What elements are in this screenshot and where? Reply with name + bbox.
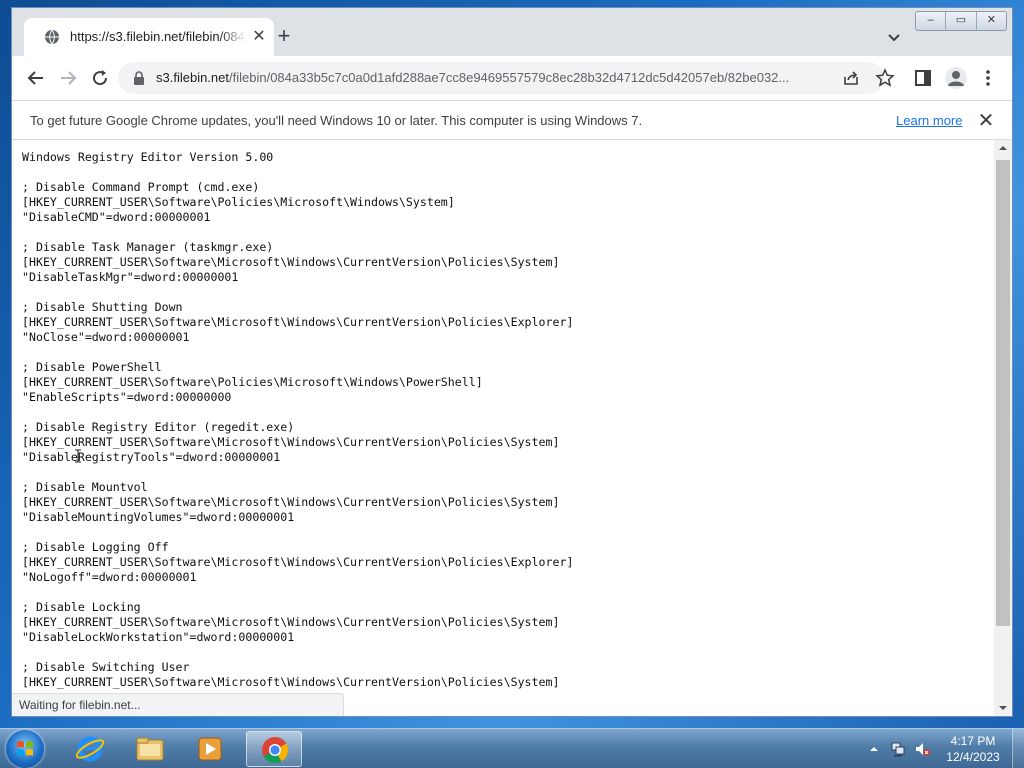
scrollbar-thumb[interactable]	[996, 160, 1010, 626]
registry-line: "DisableCMD"=dword:00000001	[22, 210, 211, 224]
internet-explorer-icon	[75, 736, 105, 762]
new-tab-button[interactable]: +	[272, 25, 296, 49]
registry-line: "DisableMountingVolumes"=dword:00000001	[22, 510, 295, 524]
scroll-up-arrow-icon[interactable]	[998, 143, 1008, 153]
infobar-close-icon[interactable]: ✕	[976, 109, 996, 133]
person-icon	[948, 71, 964, 86]
side-panel-icon[interactable]	[913, 68, 933, 88]
taskbar-file-explorer[interactable]	[122, 731, 178, 767]
page-content: Windows Registry Editor Version 5.00 ; D…	[12, 140, 994, 716]
more-menu-icon[interactable]	[978, 68, 998, 88]
show-desktop-button[interactable]	[1012, 729, 1024, 768]
registry-file-text: Windows Registry Editor Version 5.00 ; D…	[22, 150, 573, 690]
windows-taskbar: 4:17 PM 12/4/2023	[0, 728, 1024, 768]
registry-line: [HKEY_CURRENT_USER\Software\Microsoft\Wi…	[22, 675, 560, 689]
tab-strip: https://s3.filebin.net/filebin/084a33b5c…	[12, 8, 1012, 56]
registry-line: [HKEY_CURRENT_USER\Software\Policies\Mic…	[22, 195, 455, 209]
tab-close-icon[interactable]: ✕	[250, 28, 268, 46]
registry-line: ; Disable Command Prompt (cmd.exe)	[22, 180, 260, 194]
registry-line: ; Disable Switching User	[22, 660, 190, 674]
registry-line: ; Disable Shutting Down	[22, 300, 183, 314]
registry-line: ; Disable Registry Editor (regedit.exe)	[22, 420, 295, 434]
registry-line: Windows Registry Editor Version 5.00	[22, 150, 274, 164]
registry-line: [HKEY_CURRENT_USER\Software\Microsoft\Wi…	[22, 435, 560, 449]
tab-search-chevron-icon[interactable]	[884, 27, 904, 47]
url-text[interactable]: s3.filebin.net/filebin/084a33b5c7c0a0d1a…	[156, 68, 816, 88]
registry-line: ; Disable Locking	[22, 600, 141, 614]
back-arrow-icon[interactable]	[26, 68, 46, 88]
registry-line: [HKEY_CURRENT_USER\Software\Microsoft\Wi…	[22, 615, 560, 629]
share-icon[interactable]	[842, 69, 860, 87]
update-infobar: To get future Google Chrome updates, you…	[12, 100, 1012, 140]
media-player-icon	[198, 737, 222, 761]
lock-icon[interactable]	[132, 70, 146, 86]
registry-line: [HKEY_CURRENT_USER\Software\Microsoft\Wi…	[22, 315, 574, 329]
chrome-window: https://s3.filebin.net/filebin/084a33b5c…	[12, 8, 1012, 716]
registry-line: "DisableLockWorkstation"=dword:00000001	[22, 630, 295, 644]
registry-line: ; Disable PowerShell	[22, 360, 162, 374]
volume-muted-icon[interactable]	[914, 741, 930, 757]
infobar-message: To get future Google Chrome updates, you…	[30, 113, 643, 128]
bookmark-star-icon[interactable]	[875, 68, 895, 88]
start-button[interactable]	[6, 730, 44, 768]
system-clock[interactable]: 4:17 PM 12/4/2023	[935, 733, 1011, 765]
address-bar[interactable]: s3.filebin.net/filebin/084a33b5c7c0a0d1a…	[118, 62, 895, 94]
registry-line: [HKEY_CURRENT_USER\Software\Microsoft\Wi…	[22, 555, 574, 569]
registry-line: "NoClose"=dword:00000001	[22, 330, 190, 344]
windows-logo-icon	[17, 741, 33, 756]
registry-line: ; Disable Logging Off	[22, 540, 169, 554]
reload-icon[interactable]	[90, 68, 110, 88]
show-hidden-icons-icon[interactable]	[866, 741, 882, 757]
registry-line: [HKEY_CURRENT_USER\Software\Microsoft\Wi…	[22, 495, 560, 509]
close-window-button[interactable]: ✕	[977, 12, 1006, 30]
minimize-button[interactable]: –	[916, 12, 947, 30]
tab-title: https://s3.filebin.net/filebin/084a33b5c…	[70, 29, 246, 44]
browser-tab[interactable]: https://s3.filebin.net/filebin/084a33b5c…	[24, 18, 274, 56]
restore-button[interactable]: ▭	[946, 12, 977, 30]
text-cursor-icon	[75, 449, 81, 463]
url-path: /filebin/084a33b5c7c0a0d1afd288ae7cc8e94…	[229, 70, 790, 85]
registry-line: ; Disable Task Manager (taskmgr.exe)	[22, 240, 274, 254]
status-bubble: Waiting for filebin.net...	[12, 693, 344, 716]
registry-line: "EnableScripts"=dword:00000000	[22, 390, 232, 404]
learn-more-link[interactable]: Learn more	[896, 111, 962, 131]
registry-line: "DisableTaskMgr"=dword:00000001	[22, 270, 239, 284]
browser-toolbar: s3.filebin.net/filebin/084a33b5c7c0a0d1a…	[12, 56, 1012, 100]
network-icon[interactable]	[890, 741, 906, 757]
taskbar-internet-explorer[interactable]	[62, 731, 118, 767]
clock-date: 12/4/2023	[946, 750, 1000, 764]
registry-line: "DisableRegistryTools"=dword:00000001	[22, 450, 281, 464]
profile-avatar-icon[interactable]	[945, 67, 967, 89]
taskbar-chrome[interactable]	[246, 731, 302, 767]
vertical-scrollbar[interactable]	[994, 140, 1012, 716]
registry-line: [HKEY_CURRENT_USER\Software\Microsoft\Wi…	[22, 255, 560, 269]
taskbar-media-player[interactable]	[182, 731, 238, 767]
chrome-icon	[262, 737, 289, 764]
window-controls: – ▭ ✕	[915, 11, 1007, 31]
registry-line: "NoLogoff"=dword:00000001	[22, 570, 197, 584]
scroll-down-arrow-icon[interactable]	[998, 703, 1008, 713]
url-host: s3.filebin.net	[156, 70, 229, 85]
clock-time: 4:17 PM	[950, 734, 996, 748]
registry-line: [HKEY_CURRENT_USER\Software\Policies\Mic…	[22, 375, 483, 389]
file-explorer-icon	[136, 737, 164, 761]
globe-icon	[45, 29, 59, 45]
registry-line: ; Disable Mountvol	[22, 480, 148, 494]
forward-arrow-icon[interactable]	[58, 68, 78, 88]
